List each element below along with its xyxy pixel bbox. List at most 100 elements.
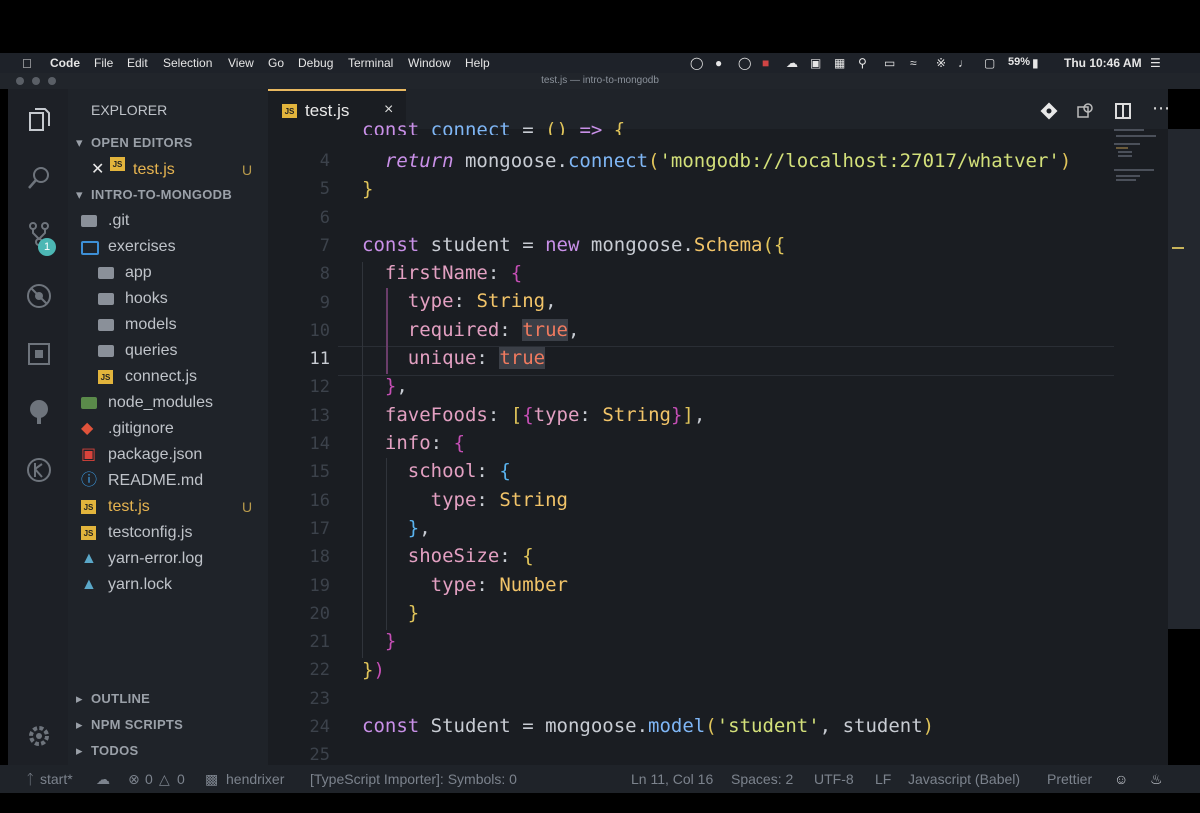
menu-help[interactable]: Help <box>465 56 490 70</box>
close-window-button[interactable] <box>16 77 24 85</box>
tree-item[interactable]: node_modules <box>68 390 268 416</box>
line-number: 12 <box>309 377 330 398</box>
language-mode[interactable]: Javascript (Babel) <box>908 771 1020 787</box>
indentation[interactable]: Spaces: 2 <box>731 771 793 787</box>
vertical-scrollbar[interactable] <box>1168 129 1200 629</box>
volume-icon[interactable]: ♩ <box>958 56 970 70</box>
line-ending[interactable]: LF <box>875 771 891 787</box>
menu-terminal[interactable]: Terminal <box>348 56 393 70</box>
search-icon[interactable]: ⚲ <box>858 56 867 70</box>
shield-icon[interactable]: ■ <box>762 56 769 70</box>
close-editor-icon[interactable]: ✕ <box>91 157 104 183</box>
battery-icon[interactable]: ▮ <box>1032 56 1039 70</box>
tree-item[interactable]: JS connect.js <box>68 364 268 390</box>
close-tab-icon[interactable]: × <box>384 101 393 119</box>
clock[interactable]: Thu 10:46 AM <box>1064 56 1142 70</box>
apple-icon[interactable]:  <box>22 56 32 71</box>
warning-count[interactable]: 0 <box>177 771 185 787</box>
menu-go[interactable]: Go <box>268 56 284 70</box>
menu-edit[interactable]: Edit <box>127 56 148 70</box>
tree-item[interactable]: models <box>68 312 268 338</box>
tree-item[interactable]: ⓘ README.md <box>68 468 268 494</box>
user-icon: ▩ <box>205 771 219 787</box>
open-editors-section[interactable]: ▾ OPEN EDITORS <box>68 130 268 156</box>
tree-item[interactable]: JS testconfig.js <box>68 520 268 546</box>
tree-item[interactable]: ▣ package.json <box>68 442 268 468</box>
split-editor-icon[interactable] <box>1114 102 1132 120</box>
tree-item[interactable]: ▲ yarn.lock <box>68 572 268 598</box>
debug-icon[interactable] <box>26 283 52 309</box>
bell-icon[interactable]: ♨ <box>1150 771 1163 788</box>
grid-icon[interactable]: ▦ <box>834 56 845 70</box>
line-number: 11 <box>309 349 330 370</box>
branch-icon[interactable]: ᛏ <box>26 771 34 787</box>
folder-icon <box>98 319 114 331</box>
code-line-12: }, <box>384 375 408 397</box>
extensions-icon[interactable] <box>26 341 52 367</box>
minimize-window-button[interactable] <box>32 77 40 85</box>
formatter[interactable]: Prettier <box>1047 771 1092 787</box>
warning-icon[interactable]: △ <box>159 771 170 788</box>
npm-scripts-section[interactable]: ▸ NPM SCRIPTS <box>68 712 268 738</box>
line-number: 24 <box>309 717 330 737</box>
settings-gear-icon[interactable] <box>26 723 52 749</box>
encoding[interactable]: UTF-8 <box>814 771 854 787</box>
code-line-8: firstName: { <box>384 262 523 284</box>
menu-window[interactable]: Window <box>408 56 451 70</box>
creative-cloud-icon[interactable]: ◯ <box>690 56 703 70</box>
tree-item-label: connect.js <box>125 368 198 385</box>
cloud-icon[interactable]: ☁ <box>786 56 798 70</box>
branch-name[interactable]: start* <box>40 771 73 787</box>
menu-view[interactable]: View <box>228 56 254 70</box>
user-name[interactable]: hendrixer <box>226 771 284 787</box>
project-section[interactable]: ▾ INTRO-TO-MONGODB <box>68 182 268 208</box>
error-icon[interactable]: ⊗ <box>128 771 140 788</box>
explorer-icon[interactable] <box>26 107 52 133</box>
line-number: 19 <box>309 575 330 596</box>
menu-app-name[interactable]: Code <box>50 56 80 70</box>
menu-file[interactable]: File <box>94 56 113 70</box>
tree-item[interactable]: .git <box>68 208 268 234</box>
todos-section[interactable]: ▸ TODOS <box>68 738 268 764</box>
code-line-24: const Student = mongoose.model('student'… <box>362 715 935 737</box>
open-editor-item[interactable]: ✕ JS test.js U <box>68 157 268 183</box>
more-actions-icon[interactable]: ⋯ <box>1152 98 1170 119</box>
open-preview-icon[interactable] <box>1076 102 1094 120</box>
menu-icon[interactable]: ▣ <box>810 56 821 70</box>
battery-percent[interactable]: 59% <box>1008 56 1030 68</box>
line-number: 8 <box>319 264 330 285</box>
sync-icon[interactable]: ● <box>715 56 722 70</box>
importer-status[interactable]: [TypeScript Importer]: Symbols: 0 <box>310 771 517 787</box>
tree-icon[interactable] <box>26 399 52 425</box>
sync-icon[interactable]: ☁ <box>96 771 110 788</box>
minimap[interactable] <box>1110 125 1168 205</box>
bluetooth-icon[interactable]: ※ <box>936 56 946 70</box>
yarn-icon: ▲ <box>81 576 97 593</box>
outline-section[interactable]: ▸ OUTLINE <box>68 686 268 712</box>
tree-item[interactable]: exercises <box>68 234 268 260</box>
tree-item[interactable]: ▲ yarn-error.log <box>68 546 268 572</box>
tree-item[interactable]: hooks <box>68 286 268 312</box>
tree-item[interactable]: JS test.js U <box>68 494 268 520</box>
zoom-window-button[interactable] <box>48 77 56 85</box>
editor-area[interactable] <box>268 89 1168 765</box>
smiley-icon[interactable]: ☺ <box>1114 771 1128 787</box>
pause-icon[interactable]: ◯ <box>738 56 751 70</box>
menu-debug[interactable]: Debug <box>298 56 333 70</box>
line-number: 21 <box>309 632 330 653</box>
search-icon[interactable] <box>26 165 52 191</box>
wifi-icon[interactable]: ≈ <box>910 56 917 70</box>
tree-item[interactable]: ◆ .gitignore <box>68 416 268 442</box>
airplay-icon[interactable]: ▭ <box>884 56 895 70</box>
gitlens-icon[interactable] <box>26 457 52 483</box>
status-bar: ᛏ start* ☁ ⊗ 0 △ 0 ▩ hendrixer [TypeScri… <box>0 765 1200 793</box>
keyboard-icon[interactable]: ▢ <box>984 56 995 70</box>
tree-item[interactable]: app <box>68 260 268 286</box>
menu-selection[interactable]: Selection <box>163 56 212 70</box>
error-count[interactable]: 0 <box>145 771 153 787</box>
git-compare-icon[interactable] <box>1040 102 1058 120</box>
notification-center-icon[interactable]: ☰ <box>1150 56 1161 70</box>
cursor-position[interactable]: Ln 11, Col 16 <box>631 771 713 787</box>
tree-item-label: app <box>125 264 152 281</box>
tree-item[interactable]: queries <box>68 338 268 364</box>
